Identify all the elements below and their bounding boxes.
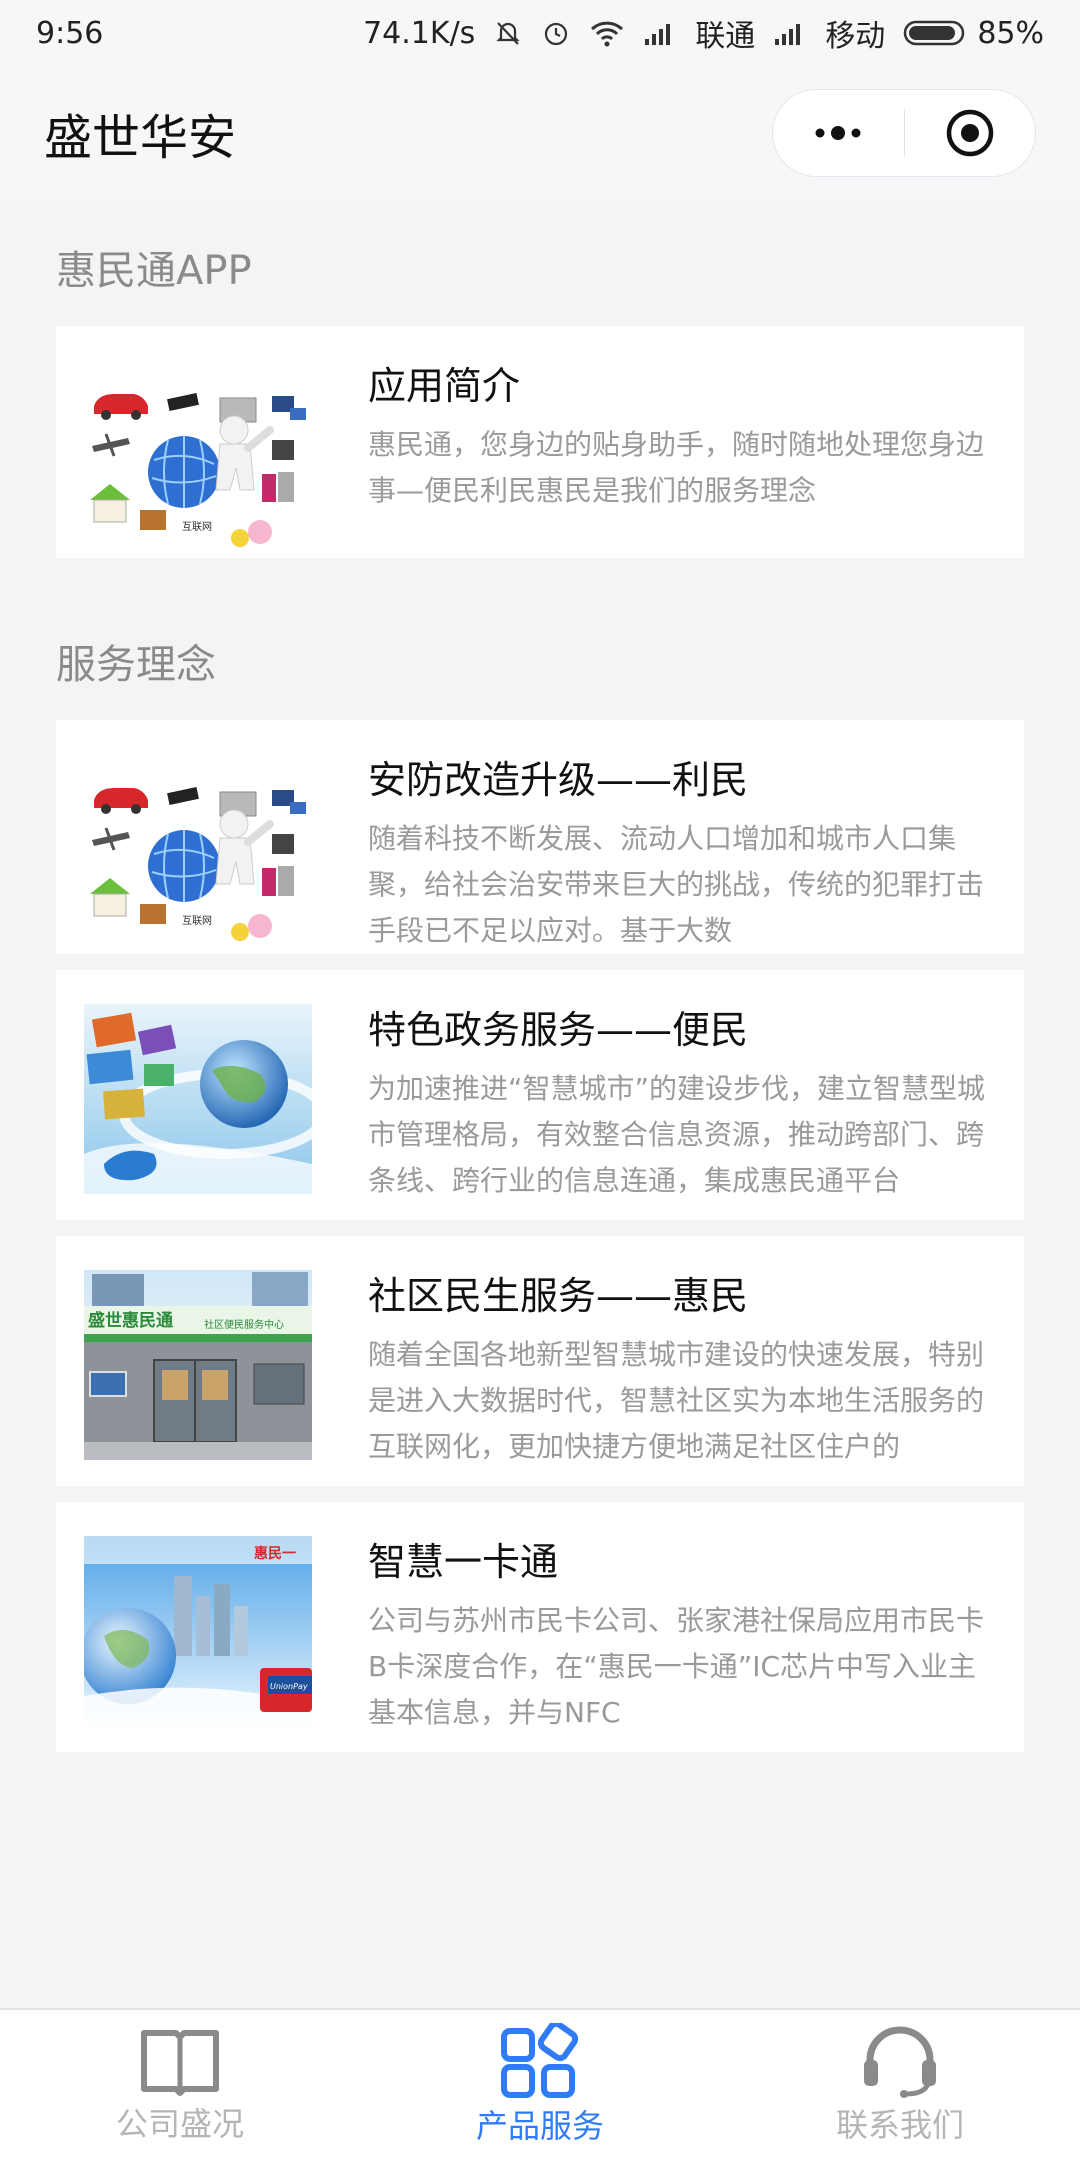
signal-icon [643,19,677,47]
status-time: 9:56 [36,15,104,51]
unionpay-text: UnionPay [270,1682,308,1691]
store-subsign: 社区便民服务中心 [204,1318,284,1331]
nav-bar: 盛世华安 [0,66,1080,200]
tab-label: 产品服务 [475,2107,604,2145]
carrier-2: 移动 [825,19,886,54]
list-item[interactable]: 惠民一 UnionPay 智慧一卡通 公司与苏州市民卡公司、张家港社保局应用市民… [56,1502,1024,1752]
card-description: 随着科技不断发展、流动人口增加和城市人口集聚，给社会治安带来巨大的挑战，传统的犯… [368,822,985,947]
mute-bell-icon [493,18,523,48]
target-circle-icon [946,109,993,157]
page-title: 盛世华安 [44,110,237,166]
tab-label: 公司盛况 [115,2105,244,2143]
card-title: 社区民生服务——惠民 [368,1274,749,1318]
list-item[interactable]: 互联网 应用简介 惠民通，您身边的贴身助手，随时随地处理您身边事—便民利民惠民是… [56,326,1024,558]
card-title: 应用简介 [368,364,521,408]
carrier-1: 联通 [695,19,756,54]
tab-bar: 公司盛况 产品服务 联系我们 [0,2008,1080,2160]
signal-icon [773,19,807,47]
card-description: 惠民通，您身边的贴身助手，随时随地处理您身边事—便民利民惠民是我们的服务理念 [368,428,985,507]
battery-level: 85% [977,15,1044,51]
tab-company[interactable]: 公司盛况 [0,2010,360,2160]
headset-icon [864,2026,936,2098]
store-sign: 盛世惠民通 [88,1310,173,1331]
mini-program-capsule [772,89,1036,177]
tab-label: 联系我们 [835,2106,964,2144]
svg-text:互联网: 互联网 [182,915,212,927]
card-description: 为加速推进“智慧城市”的建设步伐，建立智慧型城市管理格局，有效整合信息资源，推动… [368,1072,986,1197]
card-title: 安防改造升级——利民 [368,758,749,802]
tab-contact[interactable]: 联系我们 [720,2010,1080,2160]
svg-text:互联网: 互联网 [182,521,212,533]
close-button[interactable] [905,90,1036,176]
section-title: 惠民通APP [56,248,252,294]
wifi-icon [589,18,625,48]
card-description: 随着全国各地新型智慧城市建设的快速发展，特别是进入大数据时代，智慧社区实为本地生… [368,1338,985,1463]
list-item[interactable]: 互联网 安防改造升级——利民 随着科技不断发展、流动人口增加和城市人口集聚，给社… [56,720,1024,954]
status-bar: 9:56 74.1K/s 联通 移动 85% [0,0,1080,66]
card-description: 公司与苏州市民卡公司、张家港社保局应用市民卡B卡深度合作，在“惠民一卡通”IC芯… [368,1604,985,1729]
apps-grid-icon [501,2023,579,2098]
battery-icon [904,20,965,46]
thumbnail-internet-collage: 互联网 [84,360,312,550]
thumbnail-city-card: 惠民一 UnionPay [84,1536,312,1726]
thumbnail-internet-collage: 互联网 [84,754,312,944]
battery: 85% [903,16,1044,51]
list-item[interactable]: 特色政务服务——便民 为加速推进“智慧城市”的建设步伐，建立智慧型城市管理格局，… [56,970,1024,1220]
tab-products[interactable]: 产品服务 [360,2010,720,2160]
network-speed: 74.1K/s [363,15,476,51]
alarm-icon [541,18,571,48]
list-item[interactable]: 盛世惠民通 社区便民服务中心 社区民生服务——惠民 随着全国各地新型智慧城市建设… [56,1236,1024,1486]
thumbnail-globe-tech [84,1004,312,1194]
more-dots-icon [815,126,861,140]
content: 惠民通APP 互联网 应用简介 惠民通，您身边的贴身助手，随时随地处理您身边事—… [0,200,1080,2010]
more-button[interactable] [773,90,904,176]
book-icon [141,2030,219,2096]
card-title: 智慧一卡通 [368,1540,559,1584]
card-title: 特色政务服务——便民 [368,1008,749,1052]
card-brand-text: 惠民一 [254,1545,296,1562]
section-title: 服务理念 [56,642,216,688]
thumbnail-storefront: 盛世惠民通 社区便民服务中心 [84,1270,312,1460]
